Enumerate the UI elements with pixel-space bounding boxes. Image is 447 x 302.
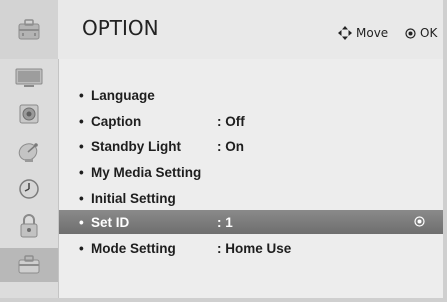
- menu-header: OPTION Move OK: [0, 0, 443, 59]
- menu-item-language[interactable]: • Language: [59, 83, 443, 107]
- menu-item-set-id[interactable]: • Set ID : 1: [59, 210, 443, 234]
- four-way-arrow-icon: [338, 26, 352, 40]
- picture-tv-icon: [15, 68, 43, 87]
- sidebar-item-option[interactable]: [0, 248, 58, 282]
- menu-item-label: Language: [91, 87, 155, 103]
- sidebar-item-time[interactable]: [0, 172, 58, 206]
- menu-item-label: Mode Setting: [91, 240, 176, 256]
- move-hint-label: Move: [356, 26, 389, 40]
- category-sidebar: [0, 59, 59, 298]
- page-title: OPTION: [82, 16, 159, 40]
- menu-item-mode-setting[interactable]: • Mode Setting : Home Use: [59, 236, 443, 260]
- sidebar-item-lock[interactable]: [0, 209, 58, 243]
- bullet: •: [79, 190, 84, 206]
- header-icon-box: [0, 0, 58, 59]
- menu-item-label: Set ID: [91, 214, 130, 230]
- ok-circle-icon: [405, 27, 416, 39]
- bullet: •: [79, 164, 84, 180]
- menu-item-value: : Off: [217, 113, 245, 129]
- option-briefcase-icon: [18, 255, 40, 274]
- option-menu-panel: OPTION Move OK • Language • Caption: Of…: [0, 0, 447, 302]
- menu-item-value: : 1: [217, 214, 233, 230]
- bullet: •: [79, 240, 84, 256]
- bullet: •: [79, 214, 84, 230]
- sidebar-item-setup[interactable]: [0, 135, 58, 169]
- sidebar-item-audio[interactable]: [0, 97, 58, 131]
- ok-circle-icon: [414, 216, 425, 227]
- bullet: •: [79, 138, 84, 154]
- menu-item-standby-light[interactable]: • Standby Light : On: [59, 134, 443, 158]
- menu-item-value: : Home Use: [217, 240, 292, 256]
- setup-satellite-icon: [18, 143, 38, 162]
- audio-speaker-icon: [19, 104, 39, 124]
- bullet: •: [79, 87, 84, 103]
- option-menu-list: • Language • Caption : Off • Standby Lig…: [59, 59, 443, 298]
- menu-item-label: Standby Light: [91, 138, 181, 154]
- time-clock-icon: [19, 179, 39, 199]
- menu-item-my-media-setting[interactable]: • My Media Setting: [59, 160, 443, 184]
- menu-item-initial-setting[interactable]: • Initial Setting: [59, 186, 443, 210]
- ok-hint-label: OK: [420, 26, 438, 40]
- ok-hint: OK: [405, 26, 437, 40]
- menu-item-value: : On: [217, 138, 244, 154]
- menu-item-label: Initial Setting: [91, 190, 176, 206]
- bullet: •: [79, 113, 84, 129]
- sidebar-item-picture[interactable]: [0, 61, 58, 95]
- lock-icon: [20, 214, 38, 238]
- move-hint: Move: [338, 26, 388, 40]
- menu-item-caption[interactable]: • Caption : Off: [59, 109, 443, 133]
- option-briefcase-icon: [18, 18, 40, 39]
- menu-item-label: Caption: [91, 113, 142, 129]
- menu-item-label: My Media Setting: [91, 164, 202, 180]
